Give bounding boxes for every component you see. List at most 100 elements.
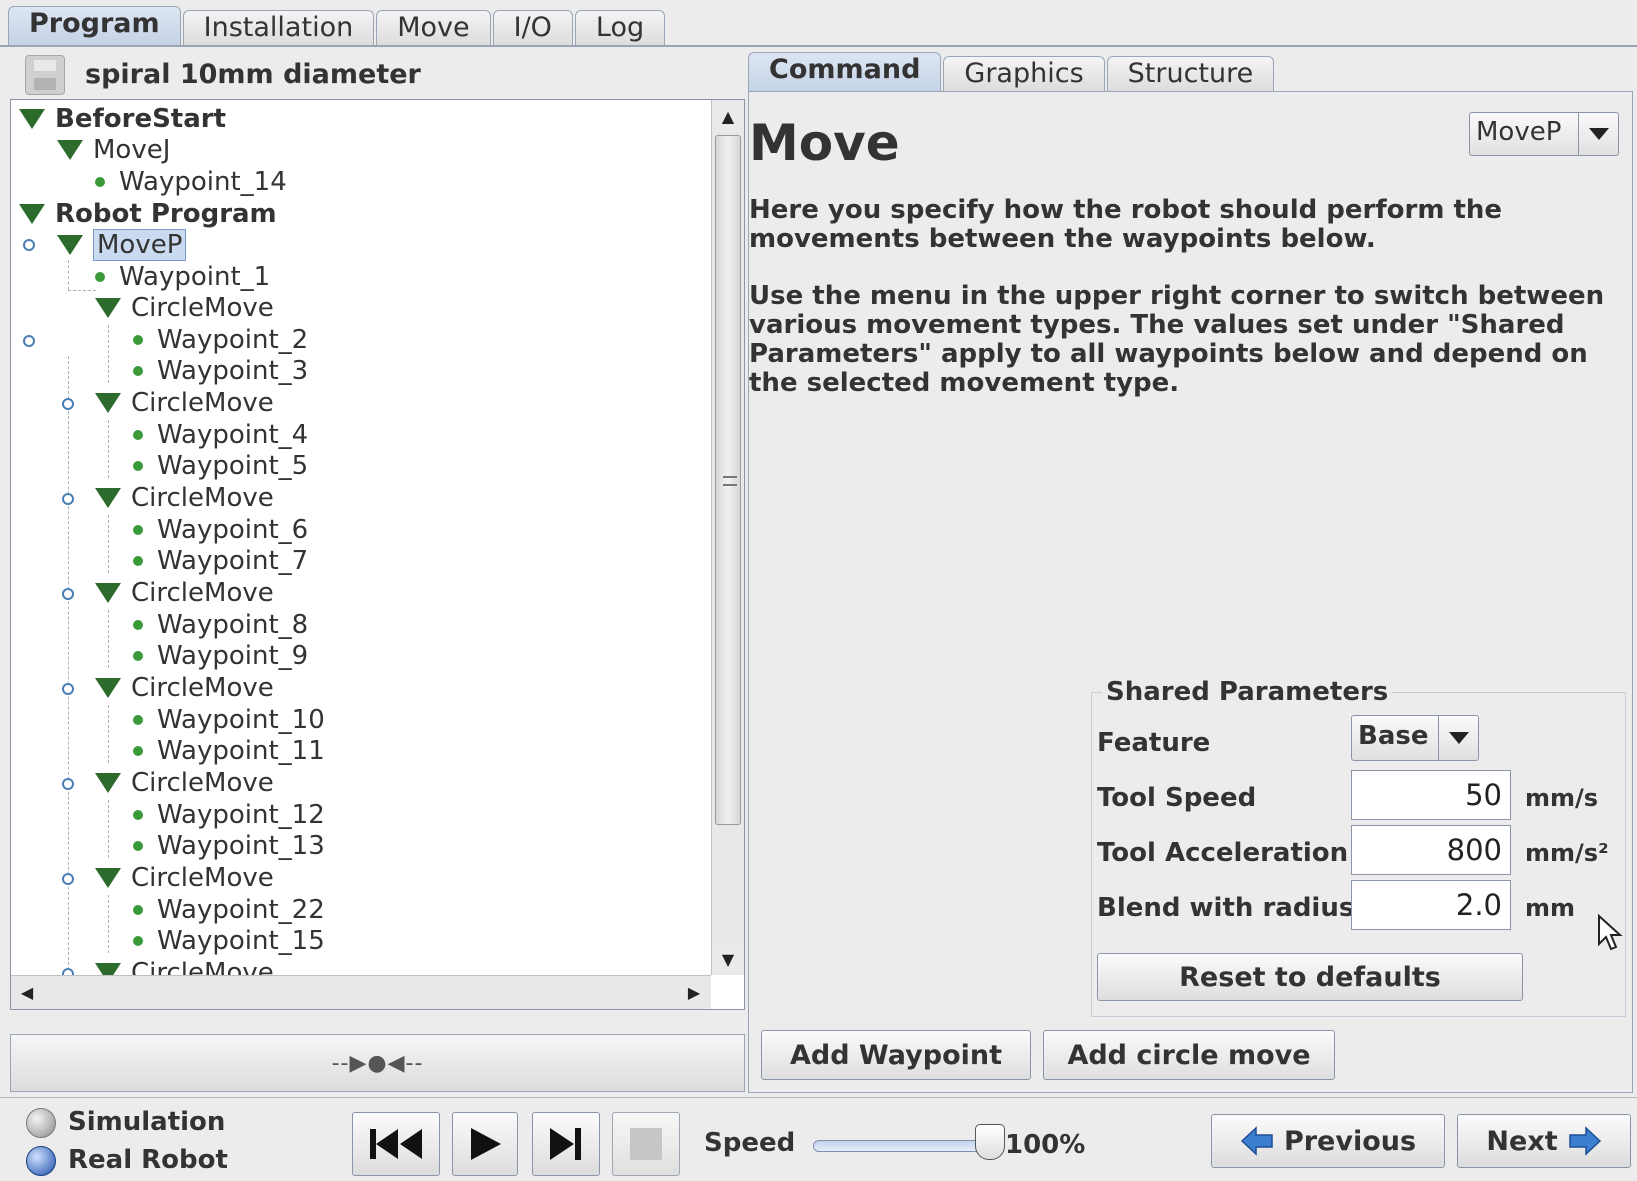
tree-node-waypoint[interactable]: Waypoint_15 [133, 924, 325, 957]
scroll-left-icon[interactable]: ◀ [11, 976, 43, 1008]
waypoint-dot-icon [133, 809, 143, 820]
tree-node-circlemove[interactable]: CircleMove [95, 481, 274, 514]
speed-percent: 100% [1005, 1130, 1086, 1160]
chevron-down-icon[interactable] [1578, 113, 1618, 155]
tree-node-waypoint[interactable]: Waypoint_7 [133, 544, 308, 577]
tree-node-waypoint[interactable]: Waypoint_8 [133, 608, 308, 641]
tree-node-movej[interactable]: MoveJ [57, 133, 170, 166]
waypoint-dot-icon [133, 555, 143, 566]
expand-triangle-icon[interactable] [95, 297, 121, 318]
tree-node-waypoint[interactable]: Waypoint_10 [133, 703, 325, 736]
tab-move[interactable]: Move [376, 10, 491, 46]
rewind-button[interactable] [352, 1112, 440, 1176]
tree-node-circlemove[interactable]: CircleMove [95, 671, 274, 704]
stop-button[interactable] [612, 1112, 680, 1176]
expand-triangle-icon[interactable] [19, 203, 45, 224]
tree-connector [108, 325, 109, 383]
tree-node-circlemove[interactable]: CircleMove [95, 766, 274, 799]
simulation-radio[interactable] [26, 1108, 56, 1138]
move-type-value: MoveP [1476, 117, 1562, 147]
waypoint-dot-icon [133, 334, 143, 345]
tab-structure[interactable]: Structure [1106, 56, 1275, 92]
expand-triangle-icon[interactable] [19, 108, 45, 129]
add-circle-move-button[interactable]: Add circle move [1043, 1030, 1335, 1080]
blend-radius-unit: mm [1525, 894, 1576, 922]
tree-node-waypoint[interactable]: Waypoint_11 [133, 734, 325, 767]
expand-triangle-icon[interactable] [95, 677, 121, 698]
tree-node-waypoint[interactable]: Waypoint_6 [133, 513, 308, 546]
tree-node-waypoint[interactable]: Waypoint_3 [133, 354, 308, 387]
speed-slider-handle[interactable] [975, 1124, 1005, 1160]
scroll-thumb[interactable] [715, 135, 741, 825]
tree-node-robot-program[interactable]: Robot Program [19, 197, 277, 230]
tab-program[interactable]: Program [8, 6, 181, 46]
tree-node-circlemove[interactable]: CircleMove [95, 576, 274, 609]
tree-node-waypoint[interactable]: Waypoint_22 [133, 893, 325, 926]
skip-back-icon [370, 1129, 422, 1159]
tree-connector [108, 705, 109, 763]
grip-icon [723, 476, 737, 486]
add-waypoint-button[interactable]: Add Waypoint [761, 1030, 1031, 1080]
scroll-up-icon[interactable]: ▲ [712, 100, 744, 132]
tool-speed-field[interactable]: 50 [1351, 770, 1511, 820]
main-tab-bar: Program Installation Move I/O Log [8, 6, 667, 46]
next-button[interactable]: Next [1457, 1114, 1631, 1168]
expand-triangle-icon[interactable] [57, 234, 83, 255]
pin-icon [23, 239, 35, 251]
play-button[interactable] [452, 1112, 518, 1176]
expand-triangle-icon[interactable] [57, 139, 83, 160]
tab-graphics[interactable]: Graphics [943, 56, 1105, 92]
disk-icon[interactable] [25, 55, 65, 95]
pin-icon [62, 778, 74, 790]
tree-node-waypoint-1[interactable]: Waypoint_1 [95, 260, 270, 293]
real-robot-radio[interactable] [26, 1146, 56, 1176]
move-type-dropdown[interactable]: MoveP [1469, 112, 1619, 156]
tree-node-waypoint-14[interactable]: Waypoint_14 [95, 165, 287, 198]
previous-button[interactable]: Previous [1211, 1114, 1445, 1168]
expand-triangle-icon[interactable] [95, 487, 121, 508]
step-button[interactable] [532, 1112, 600, 1176]
tree-vertical-scrollbar[interactable]: ▲ ▼ [711, 100, 744, 975]
blend-radius-field[interactable]: 2.0 [1351, 880, 1511, 930]
description-text: Use the menu in the upper right corner t… [749, 281, 1605, 398]
tree-connector [108, 610, 109, 668]
scroll-right-icon[interactable]: ▶ [678, 976, 710, 1008]
waypoint-dot-icon [133, 840, 143, 851]
feature-label: Feature [1097, 728, 1211, 758]
waypoint-dot-icon [133, 745, 143, 756]
expand-triangle-icon[interactable] [95, 582, 121, 603]
speed-slider[interactable] [813, 1140, 993, 1152]
tree-node-circlemove[interactable]: CircleMove [95, 386, 274, 419]
blend-radius-label: Blend with radius [1097, 893, 1355, 923]
tree-node-circlemove[interactable]: CircleMove [95, 291, 274, 324]
tree-connector [68, 290, 96, 291]
tree-node-waypoint[interactable]: Waypoint_13 [133, 829, 325, 862]
waypoint-dot-icon [133, 429, 143, 440]
tree-toolbar[interactable]: --▶●◀-- [10, 1034, 745, 1092]
tree-horizontal-scrollbar[interactable]: ◀ ▶ [11, 975, 711, 1009]
expand-triangle-icon[interactable] [95, 867, 121, 888]
tree-node-movep[interactable]: MoveP [57, 228, 187, 261]
tab-log[interactable]: Log [574, 10, 666, 46]
tab-command[interactable]: Command [748, 52, 942, 92]
expand-triangle-icon[interactable] [95, 772, 121, 793]
tree-node-waypoint[interactable]: Waypoint_9 [133, 639, 308, 672]
scroll-down-icon[interactable]: ▼ [712, 943, 744, 975]
tree-node-beforestart[interactable]: BeforeStart [19, 102, 226, 135]
tree-node-waypoint[interactable]: Waypoint_4 [133, 418, 308, 451]
tab-io[interactable]: I/O [492, 10, 573, 46]
tree-node-waypoint[interactable]: Waypoint_2 [133, 323, 308, 356]
expand-triangle-icon[interactable] [95, 962, 121, 975]
tool-acceleration-field[interactable]: 800 [1351, 825, 1511, 875]
chevron-down-icon[interactable] [1438, 716, 1478, 760]
tree-node-waypoint[interactable]: Waypoint_5 [133, 449, 308, 482]
feature-dropdown[interactable]: Base [1351, 715, 1479, 761]
next-label: Next [1486, 1125, 1558, 1157]
tree-node-circlemove[interactable]: CircleMove [95, 861, 274, 894]
tree-node-circlemove[interactable]: CircleMove [95, 956, 274, 975]
waypoint-dot-icon [133, 460, 143, 471]
reset-defaults-button[interactable]: Reset to defaults [1097, 953, 1523, 1001]
tree-node-waypoint[interactable]: Waypoint_12 [133, 798, 325, 831]
expand-triangle-icon[interactable] [95, 392, 121, 413]
tab-installation[interactable]: Installation [182, 10, 375, 46]
